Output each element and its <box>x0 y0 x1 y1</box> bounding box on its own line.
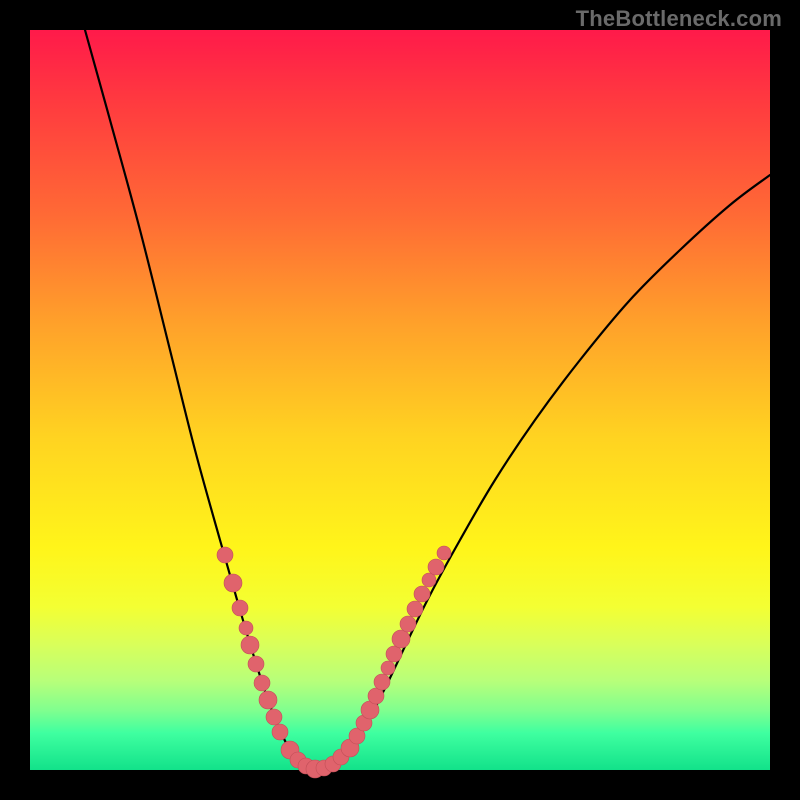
marker-left <box>272 724 288 740</box>
marker-right <box>400 616 416 632</box>
marker-left <box>232 600 248 616</box>
marker-right <box>407 601 423 617</box>
bottleneck-curve <box>85 30 770 769</box>
marker-right <box>381 661 395 675</box>
watermark-text: TheBottleneck.com <box>576 6 782 32</box>
marker-left <box>217 547 233 563</box>
marker-right <box>374 674 390 690</box>
marker-right <box>428 559 444 575</box>
chart-frame: TheBottleneck.com <box>0 0 800 800</box>
marker-right <box>392 630 410 648</box>
marker-left <box>239 621 253 635</box>
chart-svg <box>30 30 770 770</box>
data-markers <box>217 546 451 778</box>
marker-left <box>248 656 264 672</box>
marker-left <box>241 636 259 654</box>
marker-left <box>224 574 242 592</box>
marker-left <box>254 675 270 691</box>
marker-right <box>368 688 384 704</box>
marker-right <box>422 573 436 587</box>
marker-right <box>437 546 451 560</box>
plot-area <box>30 30 770 770</box>
marker-left <box>259 691 277 709</box>
marker-right <box>386 646 402 662</box>
marker-right <box>414 586 430 602</box>
marker-left <box>266 709 282 725</box>
